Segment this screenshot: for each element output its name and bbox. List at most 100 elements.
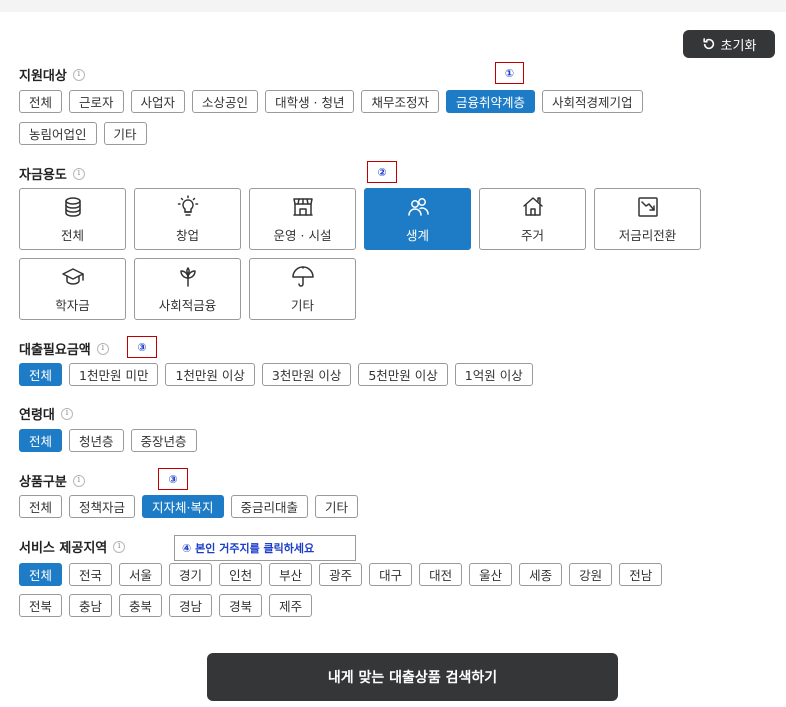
info-icon[interactable]: i	[72, 474, 85, 487]
age-chips: 전체 청년층 중장년층	[19, 429, 197, 452]
info-icon[interactable]: i	[113, 540, 126, 553]
info-icon[interactable]: i	[72, 167, 85, 180]
graduation-cap-icon	[61, 267, 84, 285]
region-chip[interactable]: 인천	[219, 563, 263, 586]
purpose-card[interactable]: 사회적금융	[134, 258, 241, 320]
purpose-card-label: 운영 · 시설	[273, 227, 332, 243]
reset-button[interactable]: 초기화	[683, 30, 775, 58]
amount-chip[interactable]: 3천만원 이상	[261, 363, 352, 386]
purpose-card-label: 학자금	[55, 297, 90, 313]
purpose-card[interactable]: 저금리전환	[594, 188, 701, 250]
purpose-title: 자금용도 i	[19, 164, 85, 183]
target-chip[interactable]: 채무조정자	[361, 90, 439, 113]
region-chip[interactable]: 경북	[219, 594, 263, 617]
users-icon	[407, 197, 429, 216]
purpose-card-label: 생계	[405, 227, 429, 243]
lightbulb-icon	[177, 194, 198, 216]
marker-3b: ③	[158, 468, 188, 490]
region-chip[interactable]: 충남	[69, 594, 113, 617]
product-chip[interactable]: 전체	[19, 495, 63, 518]
purpose-cards-row2: 학자금 사회적금융 기타	[19, 258, 356, 320]
region-chip[interactable]: 제주	[269, 594, 313, 617]
region-chips-row2: 전북 충남 충북 경남 경북 제주	[19, 594, 313, 617]
purpose-card-label: 기타	[290, 297, 314, 313]
region-title: 서비스 제공지역 i	[19, 537, 126, 556]
region-chips-row1: 전체 전국 서울 경기 인천 부산 광주 대구 대전 울산 세종 강원 전남	[19, 563, 663, 586]
age-chip[interactable]: 청년층	[69, 429, 124, 452]
leaves-icon	[179, 266, 196, 287]
purpose-card-label: 주거	[520, 227, 544, 243]
region-chip[interactable]: 울산	[469, 563, 513, 586]
info-icon[interactable]: i	[60, 407, 73, 420]
purpose-card[interactable]: 전체	[19, 188, 126, 250]
umbrella-icon	[291, 265, 314, 287]
region-chip[interactable]: 강원	[569, 563, 613, 586]
amount-chip[interactable]: 전체	[19, 363, 63, 386]
region-chip[interactable]: 전남	[619, 563, 663, 586]
amount-chip[interactable]: 1억원 이상	[454, 363, 533, 386]
region-chip[interactable]: 전국	[69, 563, 113, 586]
region-chip[interactable]: 경기	[169, 563, 213, 586]
purpose-card[interactable]: 기타	[249, 258, 356, 320]
search-button-label: 내게 맞는 대출상품 검색하기	[327, 670, 498, 686]
region-chip[interactable]: 광주	[319, 563, 363, 586]
age-title: 연령대 i	[19, 404, 73, 423]
marker-2: ②	[367, 161, 397, 183]
region-chip[interactable]: 전북	[19, 594, 63, 617]
purpose-card[interactable]: 학자금	[19, 258, 126, 320]
product-chips: 전체 정책자금 지자체·복지 중금리대출 기타	[19, 495, 359, 518]
search-button[interactable]: 내게 맞는 대출상품 검색하기	[207, 653, 618, 701]
purpose-card-label: 전체	[60, 227, 84, 243]
target-chip[interactable]: 소상공인	[192, 90, 259, 113]
purpose-card[interactable]: 생계	[364, 188, 471, 250]
region-chip[interactable]: 부산	[269, 563, 313, 586]
target-chip[interactable]: 금융취약계층	[446, 90, 536, 113]
age-chip[interactable]: 중장년층	[130, 429, 197, 452]
marker-3a: ③	[127, 336, 157, 358]
product-chip[interactable]: 기타	[315, 495, 359, 518]
purpose-card[interactable]: 운영 · 시설	[249, 188, 356, 250]
info-icon[interactable]: i	[72, 68, 85, 81]
amount-chip[interactable]: 1천만원 미만	[69, 363, 159, 386]
refresh-icon	[702, 38, 714, 50]
target-chips-row2: 농림어업인 기타	[19, 122, 147, 145]
info-icon[interactable]: i	[96, 342, 109, 355]
target-chip[interactable]: 기타	[103, 122, 147, 145]
house-icon	[522, 196, 543, 216]
store-icon	[292, 197, 313, 216]
trend-down-icon	[637, 196, 658, 217]
purpose-card-label: 창업	[175, 227, 199, 243]
amount-chips: 전체 1천만원 미만 1천만원 이상 3천만원 이상 5천만원 이상 1억원 이상	[19, 363, 533, 386]
age-chip[interactable]: 전체	[19, 429, 63, 452]
reset-label: 초기화	[720, 38, 757, 54]
purpose-card-label: 사회적금융	[158, 297, 217, 313]
target-chip[interactable]: 근로자	[69, 90, 124, 113]
region-chip[interactable]: 대전	[419, 563, 463, 586]
purpose-cards-row1: 전체 창업 운영 · 시설 생계 주거 저금리전환	[19, 188, 701, 250]
target-chip[interactable]: 전체	[19, 90, 63, 113]
target-chip[interactable]: 대학생 · 청년	[265, 90, 355, 113]
target-chip[interactable]: 사회적경제기업	[542, 90, 643, 113]
coins-icon	[64, 196, 81, 217]
amount-chip[interactable]: 5천만원 이상	[358, 363, 448, 386]
region-chip[interactable]: 세종	[519, 563, 563, 586]
amount-chip[interactable]: 1천만원 이상	[165, 363, 255, 386]
region-chip[interactable]: 경남	[169, 594, 213, 617]
target-chip[interactable]: 농림어업인	[19, 122, 97, 145]
purpose-card[interactable]: 창업	[134, 188, 241, 250]
product-title: 상품구분 i	[19, 471, 85, 490]
amount-title: 대출필요금액 i	[19, 339, 109, 358]
product-chip[interactable]: 지자체·복지	[142, 495, 224, 518]
target-chip[interactable]: 사업자	[130, 90, 186, 113]
product-chip[interactable]: 정책자금	[69, 495, 136, 518]
region-note: ④ 본인 거주지를 클릭하세요	[174, 535, 356, 561]
region-chip[interactable]: 전체	[19, 563, 63, 586]
target-chips-row1: 전체 근로자 사업자 소상공인 대학생 · 청년 채무조정자 금융취약계층 사회적경제기업	[19, 90, 643, 113]
region-chip[interactable]: 대구	[369, 563, 413, 586]
product-chip[interactable]: 중금리대출	[230, 495, 309, 518]
purpose-card-label: 저금리전환	[618, 227, 677, 243]
region-chip[interactable]: 충북	[119, 594, 163, 617]
region-chip[interactable]: 서울	[119, 563, 163, 586]
marker-1: ①	[495, 62, 524, 84]
purpose-card[interactable]: 주거	[479, 188, 586, 250]
